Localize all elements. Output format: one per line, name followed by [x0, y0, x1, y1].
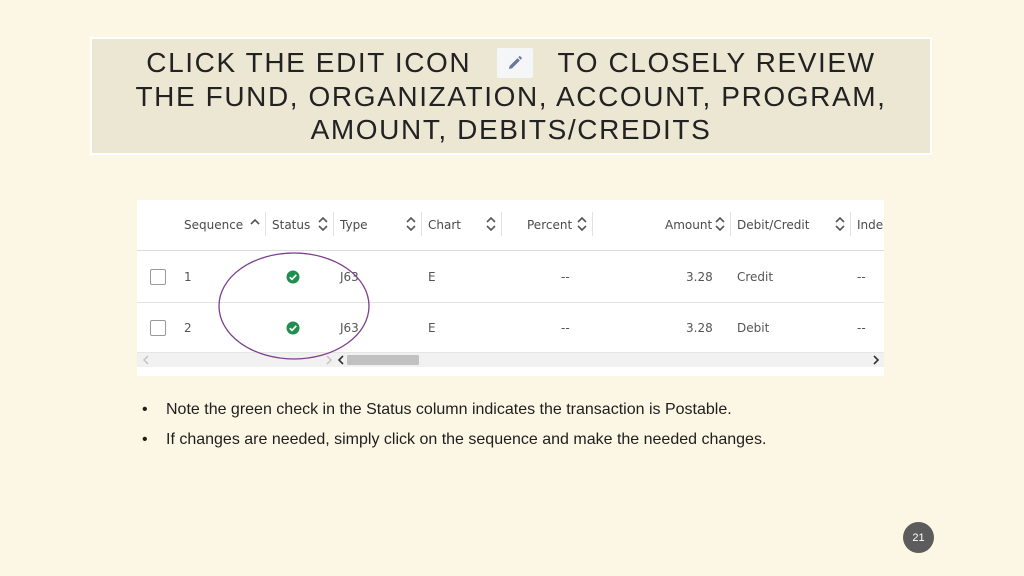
column-separator[interactable] — [421, 212, 422, 236]
header-index[interactable]: Inde — [857, 200, 883, 250]
sort-toggle-icon[interactable] — [486, 217, 496, 231]
table-row[interactable]: 1 J63 E -- 3.28 Credit -- — [137, 252, 884, 303]
bullet-item: • Note the green check in the Status col… — [140, 398, 900, 428]
sort-toggle-icon[interactable] — [318, 217, 328, 231]
bullet-marker: • — [142, 401, 148, 418]
header-chart[interactable]: Chart — [428, 200, 461, 250]
cell-debit-credit: Credit — [737, 270, 774, 284]
bullet-marker: • — [142, 431, 148, 448]
cell-amount: 3.28 — [686, 270, 713, 284]
header-type[interactable]: Type — [340, 200, 368, 250]
header-status[interactable]: Status — [272, 200, 310, 250]
cell-index: -- — [857, 321, 866, 335]
title-part-1: CLICK THE EDIT ICON — [146, 47, 472, 79]
cell-chart: E — [428, 321, 436, 335]
slide-title-line-3: AMOUNT, DEBITS/CREDITS — [310, 113, 712, 145]
check-icon — [286, 270, 300, 284]
bullet-text: Note the green check in the Status colum… — [166, 401, 732, 418]
cell-debit-credit: Debit — [737, 321, 770, 335]
chevron-left-icon[interactable] — [337, 355, 345, 365]
bullet-list: • Note the green check in the Status col… — [140, 398, 900, 458]
scrollbar-thumb[interactable] — [347, 355, 419, 365]
page-number-badge: 21 — [903, 522, 934, 553]
horizontal-scrollbar-area — [137, 352, 884, 376]
column-separator[interactable] — [850, 212, 851, 236]
pencil-icon — [508, 55, 522, 69]
row-checkbox[interactable] — [150, 269, 166, 285]
bullet-text: If changes are needed, simply click on t… — [166, 431, 767, 448]
sort-toggle-icon[interactable] — [715, 217, 725, 231]
chevron-right-icon[interactable] — [325, 355, 333, 365]
row-checkbox[interactable] — [150, 320, 166, 336]
sort-toggle-icon[interactable] — [835, 217, 845, 231]
sort-toggle-icon[interactable] — [406, 217, 416, 231]
sort-asc-icon[interactable] — [250, 217, 260, 231]
cell-index: -- — [857, 270, 866, 284]
cell-percent: -- — [561, 270, 570, 284]
slide-title-line-2: THE FUND, ORGANIZATION, ACCOUNT, PROGRAM… — [135, 80, 887, 112]
header-amount[interactable]: Amount — [665, 200, 712, 250]
header-sequence[interactable]: Sequence — [184, 200, 243, 250]
column-separator[interactable] — [265, 212, 266, 236]
cell-type: J63 — [340, 270, 359, 284]
cell-sequence[interactable]: 1 — [184, 252, 192, 302]
journal-table-screenshot: Sequence Status Type Chart Percent Amoun… — [137, 200, 884, 376]
column-separator[interactable] — [592, 212, 593, 236]
cell-percent: -- — [561, 321, 570, 335]
cell-type: J63 — [340, 321, 359, 335]
cell-amount: 3.28 — [686, 321, 713, 335]
check-icon — [286, 321, 300, 335]
slide-title-box: CLICK THE EDIT ICON TO CLOSELY REVIEW TH… — [90, 37, 932, 155]
table-row[interactable]: 2 J63 E -- 3.28 Debit -- — [137, 303, 884, 353]
edit-icon-chip[interactable] — [496, 47, 533, 78]
horizontal-scrollbar[interactable] — [137, 352, 884, 367]
chevron-left-icon[interactable] — [142, 355, 150, 365]
chevron-right-icon[interactable] — [872, 355, 880, 365]
column-separator[interactable] — [501, 212, 502, 236]
header-debit-credit[interactable]: Debit/Credit — [737, 200, 809, 250]
slide-title-line-1: CLICK THE EDIT ICON TO CLOSELY REVIEW — [146, 46, 875, 80]
cell-chart: E — [428, 270, 436, 284]
title-part-2: TO CLOSELY REVIEW — [557, 47, 876, 79]
header-percent[interactable]: Percent — [527, 200, 572, 250]
column-separator[interactable] — [333, 212, 334, 236]
sort-toggle-icon[interactable] — [577, 217, 587, 231]
column-separator[interactable] — [730, 212, 731, 236]
bullet-item: • If changes are needed, simply click on… — [140, 428, 900, 458]
table-header-row: Sequence Status Type Chart Percent Amoun… — [137, 200, 884, 251]
cell-sequence[interactable]: 2 — [184, 303, 192, 353]
page-number: 21 — [912, 531, 925, 544]
